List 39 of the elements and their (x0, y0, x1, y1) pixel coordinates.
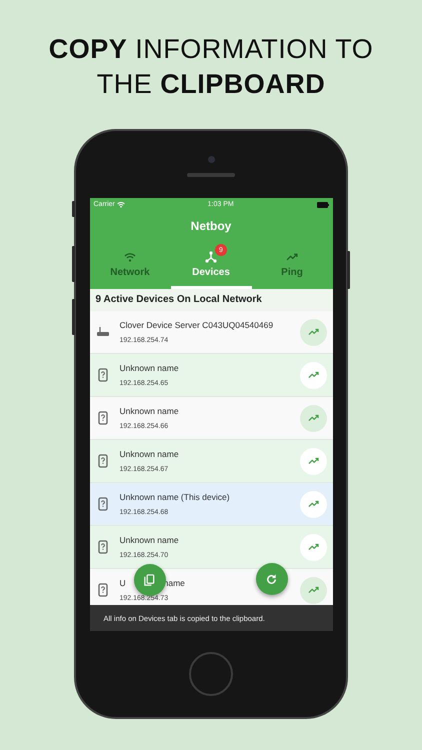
device-name: U (120, 578, 126, 588)
ping-button[interactable] (300, 534, 326, 560)
ping-button[interactable] (300, 490, 326, 518)
home-button[interactable] (189, 652, 233, 696)
app-title: Netboy (190, 218, 232, 235)
section-title: 9 Active Devices On Local Network (90, 289, 332, 311)
camera (208, 156, 214, 163)
device-name: Unknown name (120, 449, 180, 459)
ping-button[interactable] (300, 448, 326, 474)
ping-button[interactable] (300, 318, 326, 346)
phone-question-icon (96, 368, 110, 382)
device-name: Unknown name (120, 363, 180, 373)
ping-button[interactable] (300, 362, 326, 388)
network-nodes-icon (204, 250, 218, 264)
device-name: Unknown name (120, 535, 180, 545)
phone-question-icon (96, 583, 110, 597)
phone-question-icon (96, 540, 110, 554)
trend-up-icon (306, 541, 320, 553)
refresh-icon (265, 572, 278, 586)
trend-up-icon (306, 369, 320, 381)
trend-up-icon (306, 326, 320, 338)
copy-icon (143, 574, 156, 586)
wifi-icon (116, 201, 125, 208)
trend-up-icon (306, 455, 320, 467)
trend-up-icon (306, 412, 320, 424)
device-name: Unknown name (This device) (120, 492, 231, 502)
router-icon (96, 325, 110, 339)
headline: COPY INFORMATION TO THE CLIPBOARD (48, 33, 374, 101)
ping-button[interactable] (300, 576, 326, 604)
phone-question-icon (96, 411, 110, 425)
ping-button[interactable] (300, 404, 326, 432)
device-name: Clover Device Server C043UQ04540469 (120, 320, 274, 330)
phone-question-icon (96, 454, 110, 468)
trend-up-icon (306, 498, 320, 510)
battery-icon (316, 202, 328, 208)
speaker-grille (187, 173, 235, 177)
phone-question-icon (96, 497, 110, 511)
device-name: Unknown name (120, 406, 180, 416)
trend-up-icon (306, 584, 320, 596)
